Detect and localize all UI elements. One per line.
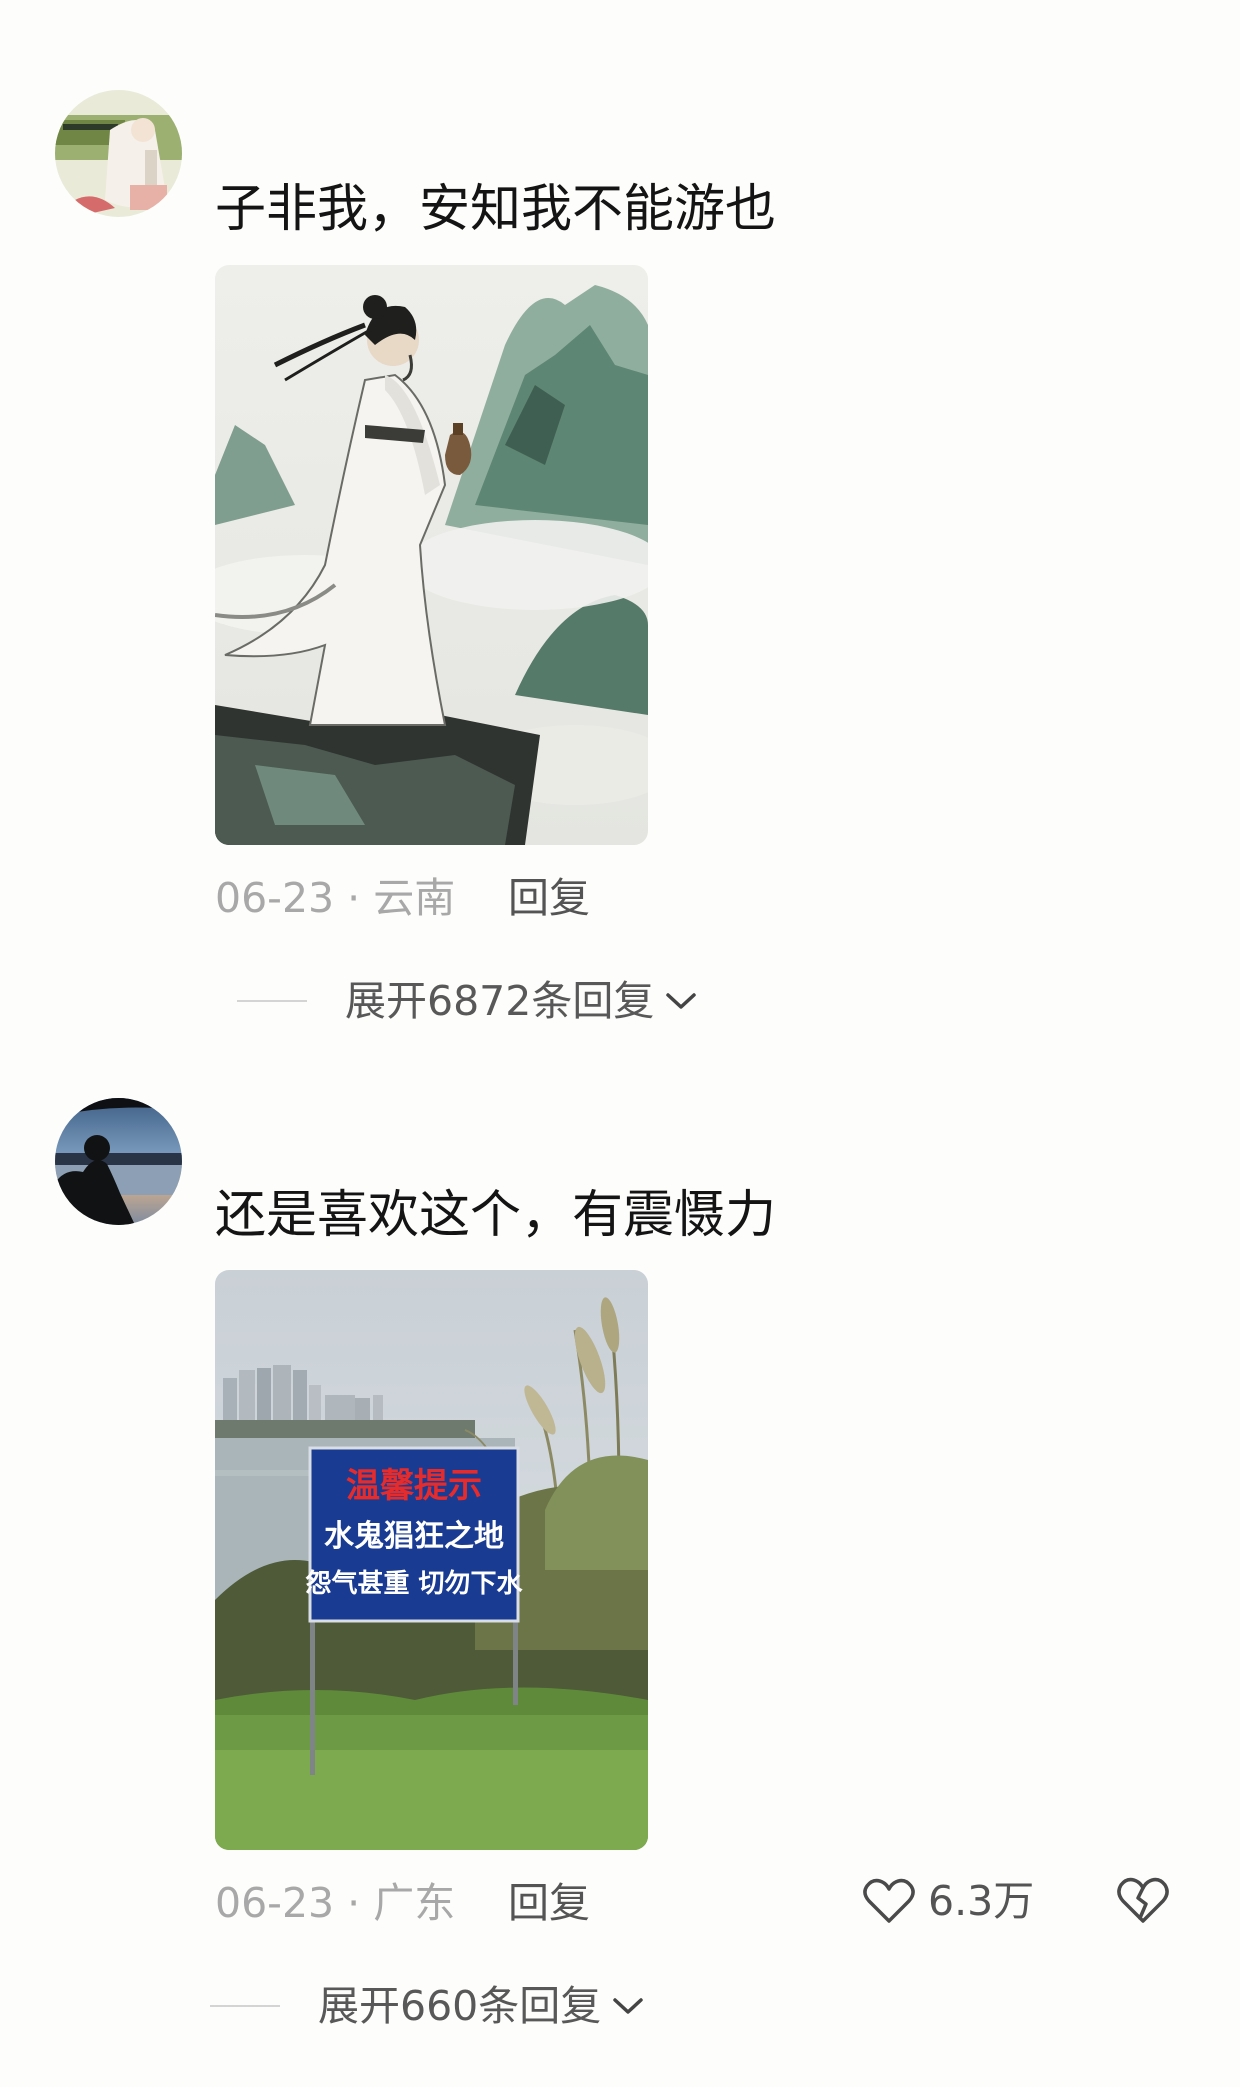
chevron-down-icon [666, 993, 697, 1009]
sign-title: 温馨提示 [346, 1466, 482, 1506]
broken-heart-icon[interactable] [1115, 1874, 1171, 1926]
sign-line-2: 怨气甚重 切勿下水 [305, 1568, 523, 1599]
reply-button[interactable]: 回复 [508, 873, 590, 923]
warning-sign-photo: 温馨提示 水鬼猖狂之地 怨气甚重 切勿下水 [215, 1270, 648, 1850]
comment-text: 子非我，安知我不能游也 [215, 180, 777, 239]
avatar[interactable] [55, 1098, 182, 1225]
comment-text: 还是喜欢这个，有震慑力 [215, 1186, 777, 1245]
ink-painting-image [215, 265, 648, 845]
avatar-image [55, 90, 182, 217]
divider-line [210, 2005, 280, 2007]
sign-line-1: 水鬼猖狂之地 [324, 1519, 504, 1554]
divider-line [237, 1000, 307, 1002]
expand-replies-label: 展开6872条回复 [345, 977, 655, 1025]
expand-replies-button[interactable]: 展开660条回复 [210, 1981, 645, 2031]
expand-replies-button[interactable]: 展开6872条回复 [237, 976, 698, 1026]
avatar-image [55, 1098, 182, 1225]
like-button[interactable]: 6.3万 [862, 1876, 1034, 1926]
chevron-down-icon [613, 1998, 644, 2014]
expand-replies-label: 展开660条回复 [318, 1982, 602, 2030]
heart-icon [863, 1878, 915, 1923]
comment-meta: 06-23 · 广东 [215, 1879, 456, 1927]
reply-button[interactable]: 回复 [508, 1878, 590, 1928]
avatar[interactable] [55, 90, 182, 217]
like-count: 6.3万 [928, 1877, 1035, 1925]
comment-image[interactable] [215, 265, 648, 845]
comment-image[interactable]: 温馨提示 水鬼猖狂之地 怨气甚重 切勿下水 [215, 1270, 648, 1850]
comment-meta: 06-23 · 云南 [215, 874, 456, 922]
